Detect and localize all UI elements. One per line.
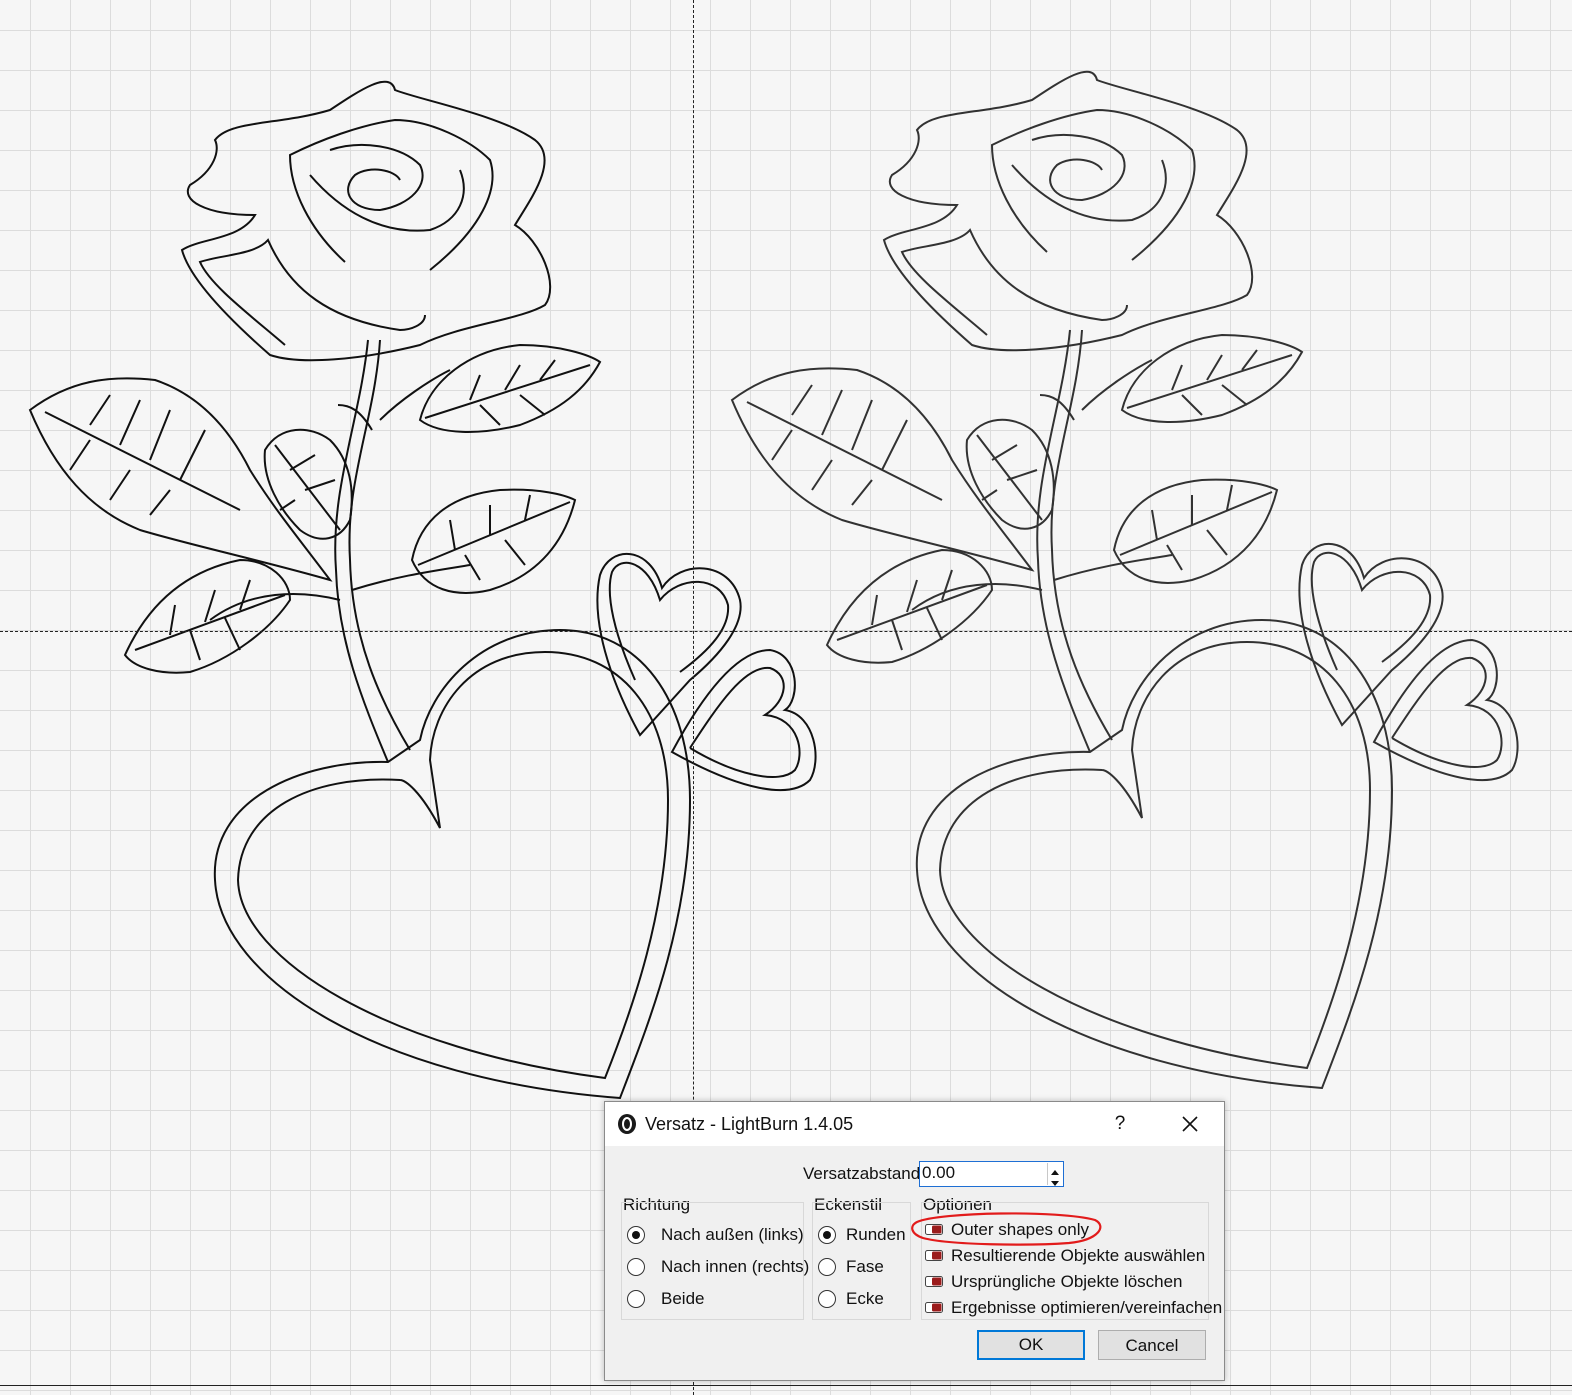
radio-unchecked-icon[interactable]: [627, 1258, 645, 1276]
offset-distance-spinbox[interactable]: [919, 1161, 1064, 1187]
option-label: Resultierende Objekte auswählen: [951, 1246, 1206, 1265]
ok-button[interactable]: OK: [977, 1330, 1085, 1360]
corner-option-label: Runden: [846, 1225, 906, 1244]
offset-distance-input[interactable]: [922, 1163, 1042, 1183]
radio-unchecked-icon[interactable]: [818, 1290, 836, 1308]
offset-distance-label: Versatzabstand: [803, 1164, 921, 1183]
offset-dialog: Versatz - LightBurn 1.4.05 ? Versatzabst…: [604, 1101, 1225, 1381]
original-rose-design[interactable]: [29, 80, 817, 1100]
dialog-title: Versatz - LightBurn 1.4.05: [645, 1114, 854, 1134]
help-button[interactable]: ?: [1105, 1110, 1135, 1138]
direction-option-label: Nach innen (rechts): [661, 1257, 810, 1276]
direction-option-label: Nach außen (links): [661, 1225, 804, 1244]
offset-rose-design[interactable]: [731, 70, 1519, 1090]
lightburn-app-icon: [618, 1114, 636, 1134]
spin-down-icon[interactable]: [1048, 1174, 1062, 1186]
option-label: Ergebnisse optimieren/vereinfachen: [951, 1298, 1223, 1317]
dialog-titlebar[interactable]: Versatz - LightBurn 1.4.05 ?: [605, 1102, 1224, 1146]
spin-up-icon[interactable]: [1048, 1163, 1062, 1175]
canvas-bottom-edge: [0, 1385, 1572, 1386]
toggle-off-icon[interactable]: [925, 1302, 943, 1313]
toggle-off-icon[interactable]: [925, 1276, 943, 1287]
cancel-button[interactable]: Cancel: [1098, 1330, 1206, 1360]
toggle-off-icon[interactable]: [925, 1250, 943, 1261]
red-annotation-ellipse: [911, 1212, 1102, 1246]
close-icon[interactable]: [1173, 1110, 1207, 1138]
option-label: Ursprüngliche Objekte löschen: [951, 1272, 1183, 1291]
offset-spin-buttons[interactable]: [1047, 1163, 1062, 1186]
radio-unchecked-icon[interactable]: [818, 1258, 836, 1276]
horizontal-center-guide: [0, 631, 1572, 632]
radio-checked-icon[interactable]: [627, 1226, 645, 1244]
corner-option-label: Fase: [846, 1257, 884, 1276]
corner-option-label: Ecke: [846, 1289, 884, 1308]
radio-checked-icon[interactable]: [818, 1226, 836, 1244]
direction-option-label: Beide: [661, 1289, 705, 1308]
radio-unchecked-icon[interactable]: [627, 1290, 645, 1308]
